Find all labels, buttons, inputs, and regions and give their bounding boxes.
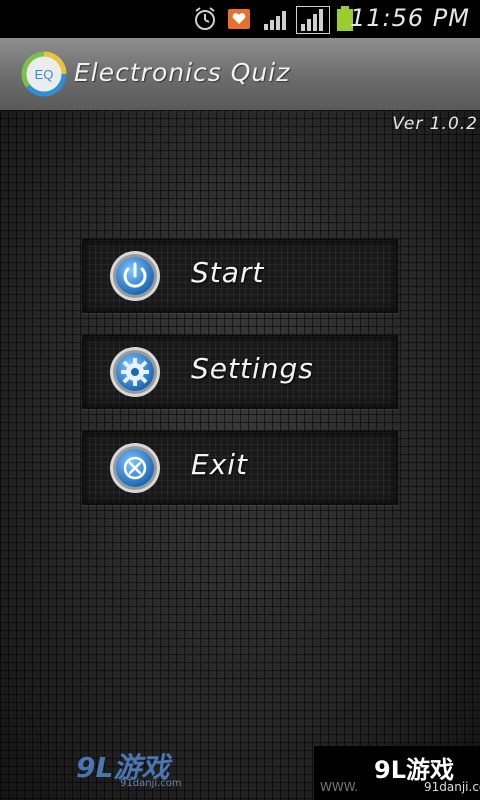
exit-button[interactable]: Exit <box>82 431 398 505</box>
watermark-left: 9L游戏 91danji.com <box>76 746 182 789</box>
status-time: 11:56 PM <box>350 4 470 32</box>
start-label: Start <box>191 256 265 289</box>
power-icon <box>109 250 161 302</box>
settings-button[interactable]: Settings <box>82 335 398 409</box>
main-area: Ver 1.0.2 Start Settings Exit 9L游戏 91dan… <box>0 110 480 800</box>
signal-icon <box>295 5 331 38</box>
exit-label: Exit <box>191 448 249 481</box>
watermark-right-www: WWW. <box>320 780 359 794</box>
status-bar: 11:56 PM <box>0 0 480 38</box>
watermark-right-url: 91danji.com <box>424 780 480 794</box>
close-icon <box>109 442 161 494</box>
alarm-icon <box>192 6 218 36</box>
watermark-right: WWW. 9L游戏 91danji.com <box>314 746 480 800</box>
notification-icon <box>226 6 252 36</box>
start-button[interactable]: Start <box>82 239 398 313</box>
settings-label: Settings <box>191 352 314 385</box>
svg-text:EQ: EQ <box>35 67 54 82</box>
watermark-left-url: 91danji.com <box>120 778 182 789</box>
title-bar: EQ Electronics Quiz <box>0 38 480 111</box>
version-label: Ver 1.0.2 <box>392 114 478 134</box>
app-title: Electronics Quiz <box>74 58 291 87</box>
app-logo: EQ <box>20 50 68 98</box>
gear-icon <box>109 346 161 398</box>
signal-icon <box>262 6 292 36</box>
